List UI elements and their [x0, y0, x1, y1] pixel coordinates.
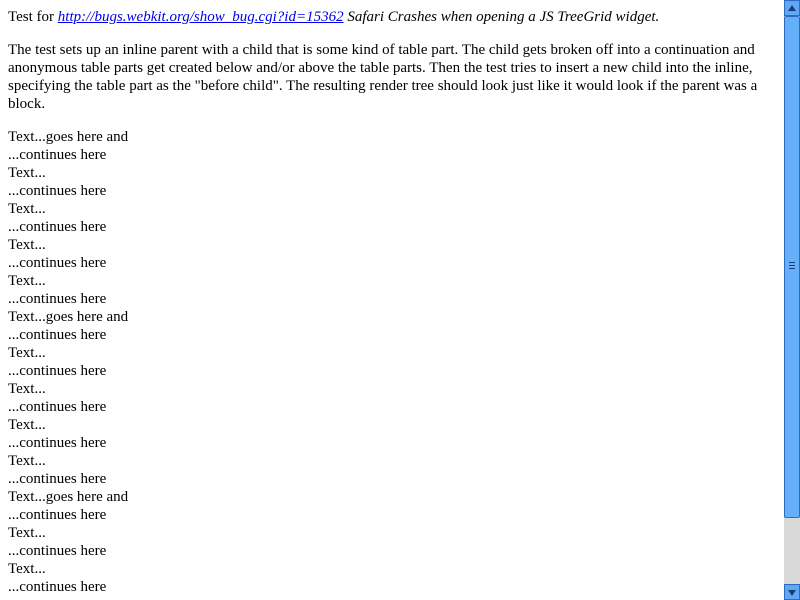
document-content: Test for http://bugs.webkit.org/show_bug…: [0, 0, 784, 596]
text-line: Text...: [8, 165, 46, 181]
text-line: ...continues here: [8, 507, 107, 523]
scrollbar-thumb[interactable]: [784, 16, 800, 518]
text-line: ...continues here: [8, 435, 107, 451]
text-line: ...continues here: [8, 399, 107, 415]
text-line: Text...: [8, 417, 46, 433]
text-line: ...continues here: [8, 579, 107, 595]
text-line: ...continues here: [8, 183, 107, 199]
text-line: ...continues here: [8, 471, 107, 487]
page-viewport: Test for http://bugs.webkit.org/show_bug…: [0, 0, 784, 600]
text-line: ...continues here: [8, 147, 107, 163]
scroll-up-arrow-icon[interactable]: [784, 0, 800, 16]
grip-line-icon: [789, 265, 795, 266]
intro-paragraph: Test for http://bugs.webkit.org/show_bug…: [8, 8, 776, 26]
text-lines: Text...goes here and ...continues here Tex…: [8, 128, 776, 596]
text-line: ...continues here: [8, 219, 107, 235]
bug-link[interactable]: http://bugs.webkit.org/show_bug.cgi?id=1…: [58, 9, 344, 25]
text-line: Text...: [8, 201, 46, 217]
text-line: Text...: [8, 345, 46, 361]
text-line: ...continues here: [8, 363, 107, 379]
text-line: ...continues here: [8, 291, 107, 307]
text-line: Text...goes here and: [8, 129, 129, 145]
text-line: Text...: [8, 453, 46, 469]
description-paragraph: The test sets up an inline parent with a…: [8, 42, 758, 112]
bug-title: Safari Crashes when opening a JS TreeGri…: [343, 9, 660, 25]
text-line: ...continues here: [8, 255, 107, 271]
grip-line-icon: [789, 262, 795, 263]
vertical-scrollbar[interactable]: [784, 0, 800, 600]
scroll-down-arrow-icon[interactable]: [784, 584, 800, 600]
text-line: ...continues here: [8, 543, 107, 559]
text-line: Text...: [8, 273, 46, 289]
text-line: Text...goes here and: [8, 489, 129, 505]
text-line: Text...: [8, 237, 46, 253]
text-line: Text...: [8, 525, 46, 541]
grip-line-icon: [789, 268, 795, 269]
text-line: Text...goes here and: [8, 309, 129, 325]
text-line: ...continues here: [8, 327, 107, 343]
text-line: Text...: [8, 381, 46, 397]
text-line: Text...: [8, 561, 46, 577]
intro-prefix: Test for: [8, 9, 58, 25]
